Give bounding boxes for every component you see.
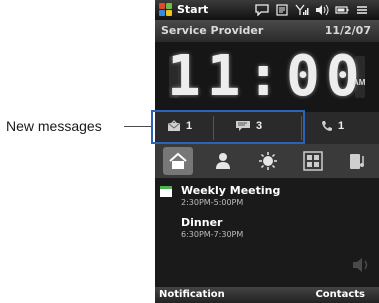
contacts-softkey[interactable]: Contacts bbox=[315, 289, 365, 300]
speaker-icon[interactable] bbox=[351, 256, 373, 274]
music-player-icon bbox=[350, 154, 364, 169]
tab-home[interactable] bbox=[163, 147, 193, 175]
calendar-panel: Weekly Meeting 2:30PM-5:00PM Dinner 6:30… bbox=[155, 178, 379, 287]
phone-screen: Start Service Provider 11/2/07 11:00 AM … bbox=[155, 0, 379, 303]
service-provider-name: Service Provider bbox=[161, 24, 264, 37]
provider-bar: Service Provider 11/2/07 bbox=[155, 20, 379, 42]
windows-flag-icon[interactable] bbox=[159, 3, 173, 17]
clock-ampm: AM bbox=[353, 78, 366, 87]
phone-handset-icon bbox=[322, 121, 332, 131]
battery-icon[interactable] bbox=[333, 2, 351, 18]
notification-softkey[interactable]: Notification bbox=[159, 289, 225, 300]
home-icon bbox=[169, 152, 187, 169]
clock-time: 11:00 bbox=[167, 44, 366, 109]
tab-weather[interactable] bbox=[253, 147, 283, 175]
appointment-time: 2:30PM-5:00PM bbox=[181, 198, 244, 207]
menu-toggle-icon[interactable] bbox=[353, 2, 371, 18]
apps-icon bbox=[303, 151, 323, 171]
status-icons bbox=[253, 2, 371, 18]
weather-icon bbox=[259, 152, 277, 170]
missed-calls-notification[interactable]: 1 bbox=[321, 120, 344, 132]
tab-apps[interactable] bbox=[298, 147, 328, 175]
new-messages-highlight-box bbox=[151, 110, 305, 144]
date-label: 11/2/07 bbox=[324, 24, 371, 37]
appointment-title: Dinner bbox=[181, 216, 223, 229]
start-menu-label[interactable]: Start bbox=[177, 3, 208, 16]
volume-icon[interactable] bbox=[313, 2, 331, 18]
signal-icon[interactable] bbox=[293, 2, 311, 18]
calendar-icon bbox=[160, 186, 172, 197]
clock-panel[interactable]: 11:00 AM bbox=[155, 42, 379, 112]
people-icon bbox=[216, 153, 230, 169]
tab-people[interactable] bbox=[208, 147, 238, 175]
appointment-item[interactable]: Weekly Meeting 2:30PM-5:00PM bbox=[181, 184, 280, 207]
calls-count: 1 bbox=[338, 120, 345, 132]
appointment-title: Weekly Meeting bbox=[181, 184, 281, 197]
new-messages-callout-label: New messages bbox=[6, 118, 102, 134]
appointment-item[interactable]: Dinner 6:30PM-7:30PM bbox=[181, 216, 243, 239]
tab-bar bbox=[155, 144, 379, 178]
tab-music[interactable] bbox=[343, 147, 373, 175]
callout-line bbox=[124, 126, 151, 127]
soft-key-bar: Notification Contacts bbox=[155, 287, 379, 303]
status-bar: Start bbox=[155, 0, 379, 20]
connectivity-icon[interactable] bbox=[273, 2, 291, 18]
appointment-time: 6:30PM-7:30PM bbox=[181, 230, 244, 239]
message-bubble-icon[interactable] bbox=[253, 2, 271, 18]
